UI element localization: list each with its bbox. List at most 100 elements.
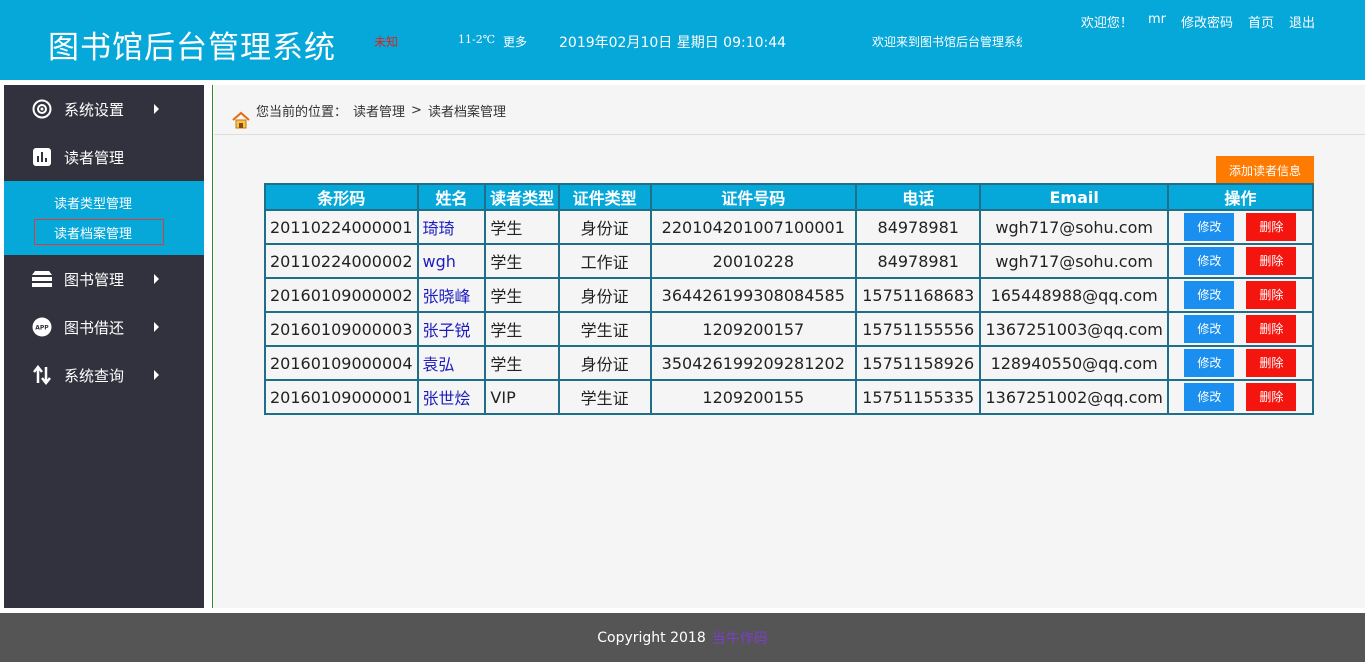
breadcrumb-prefix: 您当前的位置： (256, 105, 348, 120)
operations-cell: 修改 删除 (1166, 277, 1315, 313)
phone-cell: 15751158926 (854, 345, 982, 381)
table-header-row: 条形码 姓名 读者类型 证件类型 证件号码 电话 Email 操作 (264, 183, 1315, 211)
reader-type-cell: 学生 (484, 345, 560, 381)
edit-button[interactable]: 修改 (1184, 213, 1235, 241)
delete-button[interactable]: 删除 (1246, 281, 1297, 309)
operations-cell: 修改 删除 (1166, 243, 1315, 279)
sub-item-reader-type[interactable]: 读者类型管理 (34, 189, 164, 215)
reader-type-cell: VIP (484, 379, 560, 415)
reader-table: 条形码 姓名 读者类型 证件类型 证件号码 电话 Email 操作 201102… (264, 183, 1315, 415)
table-row: 20160109000003 张子锐 学生 学生证 1209200157 157… (264, 311, 1315, 347)
email-cell: wgh717@sohu.com (979, 209, 1169, 245)
sidebar-item-reader-management[interactable]: 读者管理 (4, 133, 204, 181)
home-icon[interactable] (232, 111, 250, 129)
home-link[interactable]: 首页 (1248, 12, 1274, 31)
sidebar-item-label: 图书借还 (64, 318, 125, 337)
reader-type-cell: 学生 (484, 311, 560, 347)
weather-temp: 11-2℃ (458, 33, 496, 46)
logout-link[interactable]: 退出 (1289, 12, 1315, 31)
column-header: 条形码 (264, 183, 419, 211)
breadcrumb-level1[interactable]: 读者管理 (353, 101, 405, 120)
breadcrumb-divider (214, 134, 1365, 135)
id-number-cell: 220104201007100001 (649, 209, 858, 245)
column-header: 电话 (854, 183, 982, 211)
sub-item-reader-archive[interactable]: 读者档案管理 (34, 219, 164, 245)
barcode-cell: 20110224000002 (264, 243, 419, 279)
operations-cell: 修改 删除 (1166, 379, 1315, 415)
phone-cell: 15751155556 (854, 311, 982, 347)
operations-cell: 修改 删除 (1166, 209, 1315, 245)
phone-cell: 15751155335 (854, 379, 982, 415)
weather-more-link[interactable]: 更多 (503, 33, 527, 50)
id-number-cell: 350426199209281202 (649, 345, 858, 381)
header: 图书馆后台管理系统 未知 11-2℃ 更多 2019年02月10日 星期日 09… (0, 0, 1365, 80)
operations-cell: 修改 删除 (1166, 311, 1315, 347)
sidebar: 系统设置 读者管理 读者类型管理 读者档案管理 图书管理 APP 图书借还 系统… (4, 85, 204, 608)
id-number-cell: 20010228 (649, 243, 858, 279)
barcode-cell: 20160109000002 (264, 277, 419, 313)
edit-button[interactable]: 修改 (1184, 281, 1235, 309)
delete-button[interactable]: 删除 (1246, 247, 1297, 275)
books-icon (32, 269, 52, 289)
content-divider (212, 85, 213, 608)
add-reader-button[interactable]: 添加读者信息 (1216, 156, 1314, 184)
caret-right-icon (154, 274, 159, 284)
swap-icon (32, 365, 52, 385)
breadcrumb: 您当前的位置： 读者管理 > 读者档案管理 (232, 101, 512, 128)
id-type-cell: 身份证 (557, 209, 652, 245)
weather-status: 未知 (374, 35, 399, 49)
datetime: 2019年02月10日 星期日 09:10:44 (559, 35, 787, 51)
delete-button[interactable]: 删除 (1246, 349, 1297, 377)
footer: Copyright 2018 当牛作码 (0, 613, 1365, 662)
barcode-cell: 20160109000003 (264, 311, 419, 347)
author-link[interactable]: 当牛作码 (712, 628, 768, 648)
sidebar-item-system-query[interactable]: 系统查询 (4, 351, 204, 399)
change-password-link[interactable]: 修改密码 (1181, 12, 1233, 31)
sidebar-item-book-management[interactable]: 图书管理 (4, 255, 204, 303)
id-type-cell: 身份证 (557, 345, 652, 381)
id-type-cell: 学生证 (557, 311, 652, 347)
edit-button[interactable]: 修改 (1184, 315, 1235, 343)
reader-name-link[interactable]: wgh (416, 243, 487, 279)
reader-name-link[interactable]: 琦琦 (416, 209, 487, 245)
column-header: 姓名 (416, 183, 487, 211)
column-header: 操作 (1166, 183, 1315, 211)
username: mr (1147, 12, 1166, 27)
id-number-cell: 1209200155 (649, 379, 858, 415)
caret-right-icon (154, 322, 159, 332)
email-cell: 128940550@qq.com (979, 345, 1169, 381)
main-content: 您当前的位置： 读者管理 > 读者档案管理 添加读者信息 条形码 姓名 读者类型… (214, 85, 1365, 608)
operations-cell: 修改 删除 (1166, 345, 1315, 381)
id-type-cell: 工作证 (557, 243, 652, 279)
phone-cell: 84978981 (854, 243, 982, 279)
sidebar-item-borrow-return[interactable]: APP 图书借还 (4, 303, 204, 351)
delete-button[interactable]: 删除 (1246, 315, 1297, 343)
edit-button[interactable]: 修改 (1184, 349, 1235, 377)
caret-right-icon (154, 104, 159, 114)
phone-cell: 84978981 (854, 209, 982, 245)
barcode-cell: 20110224000001 (264, 209, 419, 245)
table-row: 20160109000001 张世烩 VIP 学生证 1209200155 15… (264, 379, 1315, 415)
sidebar-item-system-settings[interactable]: 系统设置 (4, 85, 204, 133)
delete-button[interactable]: 删除 (1246, 213, 1297, 241)
column-header: 证件类型 (557, 183, 652, 211)
sidebar-item-label: 系统查询 (64, 366, 125, 385)
id-type-cell: 身份证 (557, 277, 652, 313)
top-links: 欢迎您！ mr 修改密码 首页 退出 (1081, 12, 1315, 31)
phone-cell: 15751168683 (854, 277, 982, 313)
copyright-text: Copyright 2018 (597, 629, 706, 646)
reader-sub-menu: 读者类型管理 读者档案管理 (4, 181, 204, 255)
reader-name-link[interactable]: 袁弘 (416, 345, 487, 381)
id-number-cell: 364426199308084585 (649, 277, 858, 313)
chart-icon (32, 147, 52, 167)
edit-button[interactable]: 修改 (1184, 247, 1235, 275)
delete-button[interactable]: 删除 (1246, 383, 1297, 411)
table-row: 20110224000001 琦琦 学生 身份证 220104201007100… (264, 209, 1315, 245)
table-row: 20160109000002 张晓峰 学生 身份证 36442619930808… (264, 277, 1315, 313)
svg-text:APP: APP (35, 325, 49, 332)
reader-name-link[interactable]: 张子锐 (416, 311, 487, 347)
reader-name-link[interactable]: 张世烩 (416, 379, 487, 415)
table-row: 20160109000004 袁弘 学生 身份证 350426199209281… (264, 345, 1315, 381)
reader-name-link[interactable]: 张晓峰 (416, 277, 487, 313)
edit-button[interactable]: 修改 (1184, 383, 1235, 411)
